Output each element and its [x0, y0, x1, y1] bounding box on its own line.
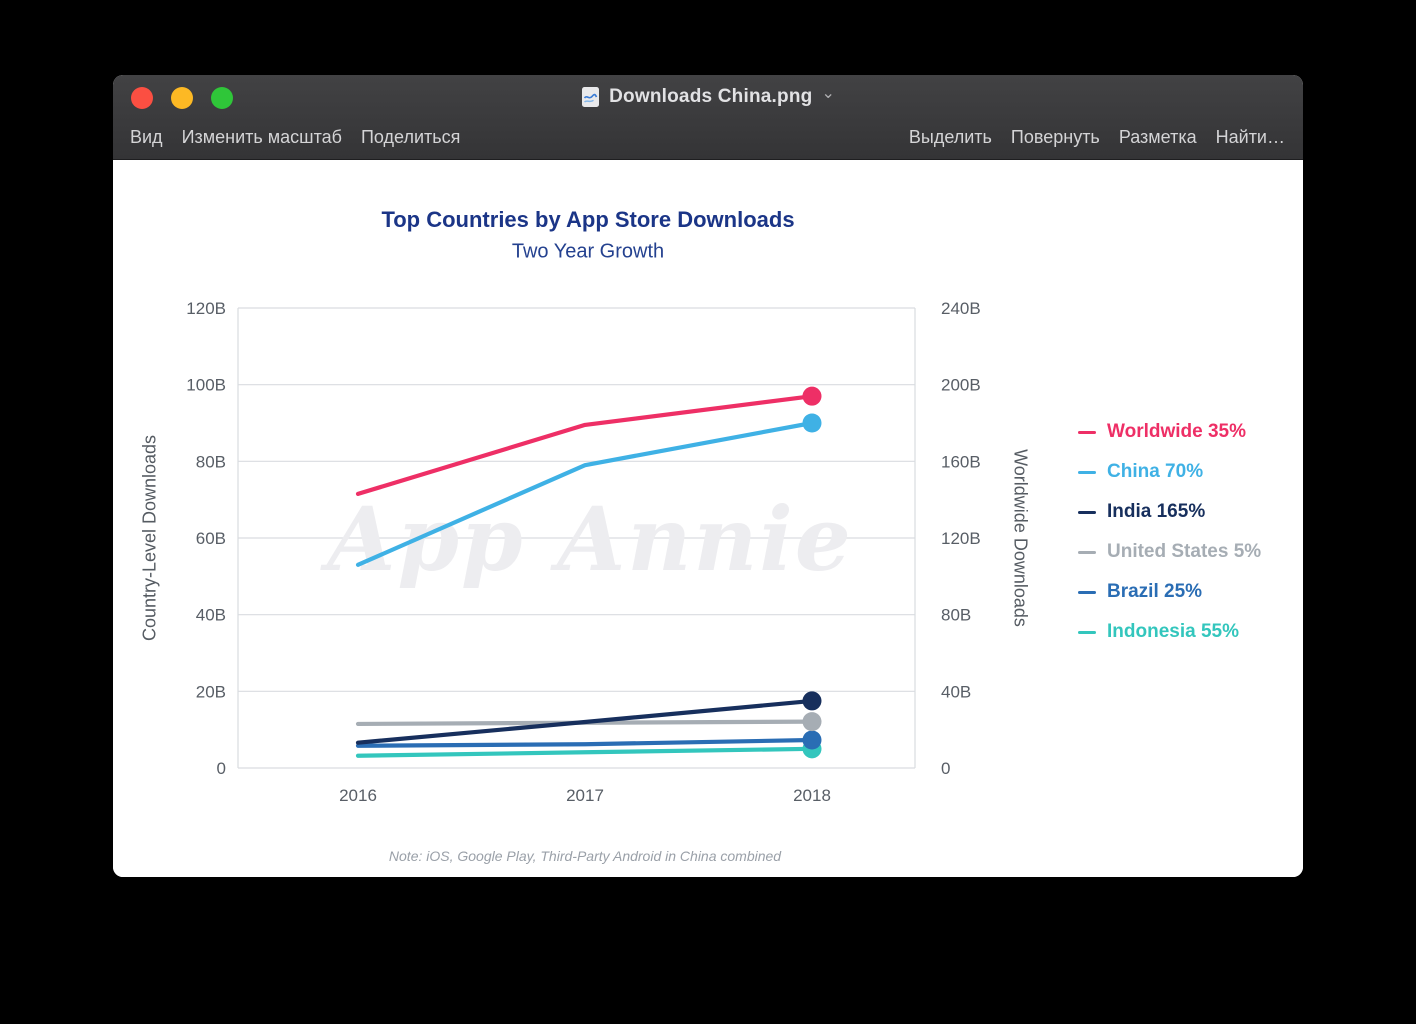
left-axis-tick-label: 80B — [196, 452, 226, 471]
toolbar-view-button[interactable]: Вид — [130, 127, 163, 148]
titlebar[interactable]: Downloads China.png ⌄ — [113, 75, 1303, 119]
preview-window: Downloads China.png ⌄ Вид Изменить масшт… — [113, 75, 1303, 877]
window-title: Downloads China.png — [609, 86, 813, 107]
title-group: Downloads China.png ⌄ — [113, 75, 1303, 119]
legend-swatch — [1078, 510, 1096, 514]
series-line — [355, 746, 815, 758]
toolbar-left-group: Вид Изменить масштаб Поделиться — [130, 127, 460, 148]
watermark-text: App Annie — [320, 487, 853, 591]
legend-swatch — [1078, 470, 1096, 474]
toolbar-search-button[interactable]: Найти… — [1216, 127, 1285, 148]
left-axis-title: Country-Level Downloads — [139, 434, 160, 642]
left-axis-tick-label: 0 — [217, 759, 226, 778]
left-axis-tick-label: 120B — [186, 299, 226, 318]
desktop-background: Downloads China.png ⌄ Вид Изменить масшт… — [0, 0, 1416, 1024]
toolbar: Вид Изменить масштаб Поделиться Выделить… — [113, 119, 1303, 159]
x-axis-tick-label: 2016 — [339, 786, 377, 805]
legend-item: Worldwide 35% — [1078, 412, 1261, 452]
legend-swatch — [1078, 550, 1096, 554]
legend-label: Worldwide 35% — [1107, 421, 1247, 442]
toolbar-share-button[interactable]: Поделиться — [361, 127, 460, 148]
x-axis-tick-label: 2018 — [793, 786, 831, 805]
left-axis-tick-label: 60B — [196, 529, 226, 548]
right-axis-tick-label: 160B — [941, 452, 981, 471]
window-header: Downloads China.png ⌄ Вид Изменить масшт… — [113, 75, 1303, 160]
left-axis-tick-label: 100B — [186, 376, 226, 395]
legend-label: China 70% — [1107, 461, 1204, 482]
legend-swatch — [1078, 430, 1096, 434]
chart-note: Note: iOS, Google Play, Third-Party Andr… — [388, 848, 782, 864]
legend-label: India 165% — [1107, 501, 1206, 522]
toolbar-zoom-button[interactable]: Изменить масштаб — [182, 127, 342, 148]
legend-swatch — [1078, 630, 1096, 634]
toolbar-right-group: Выделить Повернуть Разметка Найти… — [909, 127, 1285, 148]
document-icon — [581, 86, 600, 108]
chevron-down-icon[interactable]: ⌄ — [821, 86, 834, 102]
right-axis-tick-label: 80B — [941, 606, 971, 625]
series-endpoint-dot — [802, 691, 822, 711]
chart-subtitle: Two Year Growth — [511, 240, 665, 263]
legend-swatch — [1078, 590, 1096, 594]
legend-item: Brazil 25% — [1078, 572, 1261, 612]
series-endpoint-dot — [802, 730, 822, 750]
legend-item: United States 5% — [1078, 532, 1261, 572]
legend-label: Indonesia 55% — [1107, 621, 1239, 642]
series-line — [355, 737, 815, 748]
toolbar-markup-button[interactable]: Разметка — [1119, 127, 1197, 148]
image-canvas: 0 0 20B 40B 40B 80B 60B 120B 80B 160B 100B 200B 120B… — [113, 160, 1303, 877]
right-axis-tick-label: 200B — [941, 376, 981, 395]
right-axis-tick-label: 240B — [941, 299, 981, 318]
series-endpoint-dot — [802, 413, 822, 433]
toolbar-rotate-button[interactable]: Повернуть — [1011, 127, 1100, 148]
toolbar-select-button[interactable]: Выделить — [909, 127, 992, 148]
right-axis-title: Worldwide Downloads — [1010, 449, 1031, 627]
series-endpoint-dot — [802, 712, 822, 732]
legend-item: China 70% — [1078, 452, 1261, 492]
series-line — [355, 394, 815, 497]
chart-title: Top Countries by App Store Downloads — [381, 207, 795, 232]
right-axis-tick-label: 120B — [941, 529, 981, 548]
legend-label: Brazil 25% — [1107, 581, 1203, 602]
legend-item: Indonesia 55% — [1078, 612, 1261, 652]
x-axis-tick-label: 2017 — [566, 786, 604, 805]
legend-label: United States 5% — [1107, 541, 1262, 562]
series-endpoint-dot — [802, 386, 822, 406]
right-axis-tick-label: 0 — [941, 759, 950, 778]
right-axis-tick-label: 40B — [941, 682, 971, 701]
left-axis-tick-label: 40B — [196, 606, 226, 625]
chart-legend: Worldwide 35% China 70% India 165% United S… — [1078, 412, 1261, 652]
left-axis-tick-label: 20B — [196, 682, 226, 701]
legend-item: India 165% — [1078, 492, 1261, 532]
